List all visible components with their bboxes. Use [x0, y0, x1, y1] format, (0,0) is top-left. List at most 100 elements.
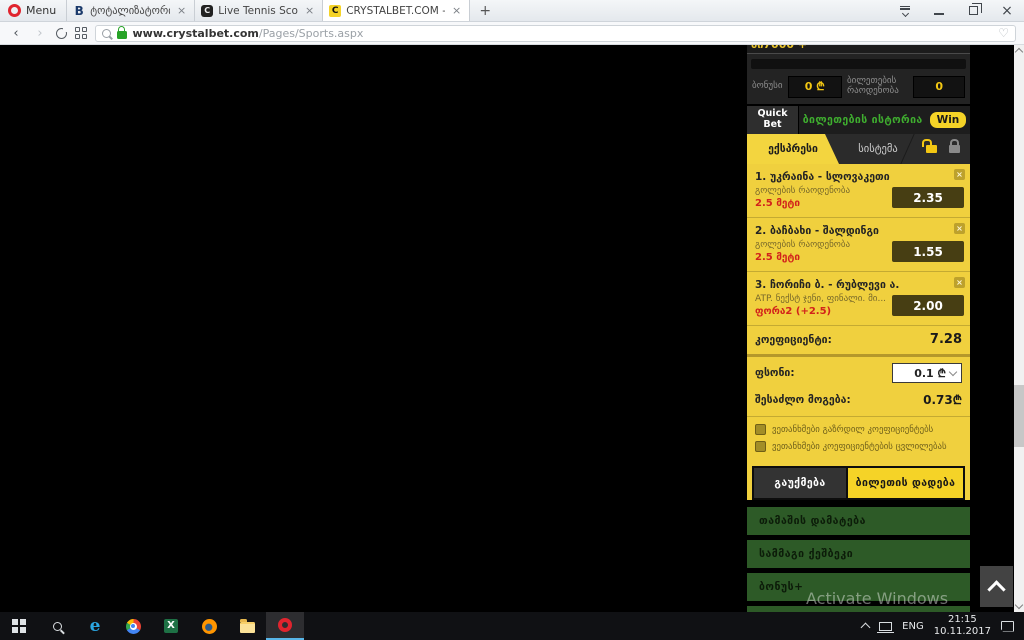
tab-title: ტოტალიზატორი -> თა: [90, 4, 170, 17]
coefficient-label: კოეფიციენტი:: [755, 333, 832, 346]
start-button[interactable]: [0, 612, 38, 640]
cancel-button[interactable]: გაუქმება: [754, 468, 846, 498]
tab-menu-button[interactable]: [888, 0, 922, 22]
taskbar-firefox[interactable]: [190, 612, 228, 640]
date: 10.11.2017: [933, 626, 991, 637]
windows-logo-icon: [12, 619, 26, 633]
tab-close-icon[interactable]: ×: [303, 4, 316, 17]
lock-icon[interactable]: [949, 139, 960, 153]
new-tab-button[interactable]: +: [470, 0, 500, 21]
triple-cashback-button[interactable]: სამმაგი ქეშბეკი: [747, 540, 970, 568]
chevron-down-icon[interactable]: [948, 367, 958, 376]
agreements-area: ვეთანხმები გაზრდილ კოეფიციენტებს ვეთანხმ…: [747, 416, 970, 464]
checkbox-increased-odds[interactable]: [755, 424, 766, 435]
clock[interactable]: 21:15 10.11.2017: [934, 614, 991, 639]
ticket-history-label: ბილეთების ისტორია: [802, 114, 923, 126]
opera-window: Menu B ტოტალიზატორი -> თა × C Live Tenni…: [0, 0, 1024, 640]
opera-logo-icon: [8, 4, 21, 17]
tab-system[interactable]: სისტემა: [839, 134, 917, 164]
ticket-history-button[interactable]: ბილეთების ისტორია Win: [799, 106, 970, 134]
betslip-panel: ბი7000 + ბონუსი 0 ₾ ბილეთების რაოდენობა …: [747, 45, 970, 612]
remove-bet-icon[interactable]: ×: [954, 277, 965, 288]
checkbox-label: ვეთანხმები გაზრდილ კოეფიციენტებს: [772, 424, 934, 435]
bet-item-1: 1. უკრაინა - სლოვაკეთი გოლების რაოდენობა…: [747, 164, 970, 218]
bookmark-heart-icon[interactable]: ♡: [998, 26, 1009, 40]
search-icon: [101, 28, 111, 38]
address-bar[interactable]: www.crystalbet.com/Pages/Sports.aspx ♡: [94, 24, 1016, 42]
coefficient-row: კოეფიციენტი: 7.28: [747, 326, 970, 354]
stake-label: ფსონი:: [755, 367, 795, 379]
stake-value: 0.1 ₾: [914, 366, 946, 380]
speed-dial-icon[interactable]: [75, 27, 87, 39]
network-icon[interactable]: [877, 621, 895, 633]
place-bet-button[interactable]: ბილეთის დადება: [846, 468, 963, 498]
url-path: /Pages/Sports.aspx: [258, 26, 364, 40]
tab-totalizator[interactable]: B ტოტალიზატორი -> თა ×: [66, 0, 194, 21]
scroll-to-top-button[interactable]: [980, 566, 1013, 607]
minimize-button[interactable]: [922, 0, 956, 22]
language-indicator[interactable]: ENG: [902, 621, 924, 632]
bet-odds: 2.00: [892, 295, 964, 316]
url-text: www.crystalbet.com/Pages/Sports.aspx: [133, 27, 364, 40]
close-icon: ×: [1001, 2, 1013, 19]
bet-match: 3. ჩორიჩი ბ. - რუბლევი ა.: [755, 279, 900, 291]
remove-bet-icon[interactable]: ×: [954, 169, 965, 180]
scrollbar-down-icon[interactable]: [1014, 600, 1024, 610]
crystalbet-favicon: C: [329, 4, 342, 17]
browser-tab-strip: Menu B ტოტალიზატორი -> თა × C Live Tenni…: [0, 0, 1024, 22]
secure-lock-icon[interactable]: [116, 25, 127, 39]
browser-toolbar: ‹ › www.crystalbet.com/Pages/Sports.aspx…: [0, 22, 1024, 45]
back-button[interactable]: ‹: [8, 26, 24, 41]
bet-item-2: 2. ბაჩბახი - შალდინგი გოლების რაოდენობა …: [747, 218, 970, 272]
minimize-icon: [934, 13, 944, 15]
tickets-count: 0: [913, 75, 965, 98]
tab-title: Live Tennis Scores - ATP Fi: [218, 4, 298, 17]
agree-increased-row: ვეთანხმები გაზრდილ კოეფიციენტებს: [755, 424, 962, 435]
checkbox-label: ვეთანხმები კოეფიციენტების ცვლილებას: [772, 441, 947, 452]
bet-match: 2. ბაჩბახი - შალდინგი: [755, 225, 879, 237]
possible-win-label: შესაძლო მოგება:: [755, 393, 851, 406]
win-button[interactable]: Win: [929, 112, 967, 128]
tab-express[interactable]: ექსპრესი: [747, 134, 839, 164]
bonus-plus-button[interactable]: ბონუს+: [747, 573, 970, 601]
action-center-icon[interactable]: [1001, 620, 1014, 632]
scrollbar-up-icon[interactable]: [1014, 47, 1024, 57]
betslip-actions: გაუქმება ბილეთის დადება: [752, 466, 965, 500]
quick-bet-button[interactable]: Quick Bet: [747, 106, 799, 134]
taskbar-edge[interactable]: e: [76, 612, 114, 640]
restore-button[interactable]: [956, 0, 990, 22]
scrollbar-thumb[interactable]: [1014, 385, 1024, 447]
add-game-button[interactable]: თამაშის დამატება: [747, 507, 970, 535]
windows-taskbar: e X ENG 21:15 10.11.2017: [0, 612, 1024, 640]
agree-changes-row: ვეთანხმები კოეფიციენტების ცვლილებას: [755, 441, 962, 452]
taskbar-search[interactable]: [38, 612, 76, 640]
stake-input[interactable]: 0.1 ₾: [892, 363, 962, 383]
remove-bet-icon[interactable]: ×: [954, 223, 965, 234]
checkbox-odds-changes[interactable]: [755, 441, 766, 452]
clipped-top-text: ბი7000 +: [747, 45, 970, 53]
taskbar-explorer[interactable]: [228, 612, 266, 640]
bet-item-3: 3. ჩორიჩი ბ. - რუბლევი ა. ATP. ნექსტ ჯენ…: [747, 272, 970, 326]
bonus-row: ბონუსი 0 ₾ ბილეთების რაოდენობა 0: [747, 73, 970, 104]
menu-label: Menu: [26, 4, 57, 17]
taskbar-opera-active[interactable]: [266, 612, 304, 640]
tab-crystalbet-active[interactable]: C CRYSTALBET.COM - ონლ ×: [322, 0, 471, 21]
balance-bar: [751, 59, 966, 69]
hidden-icons-chevron[interactable]: [860, 622, 871, 633]
restore-icon: [968, 3, 982, 15]
opera-icon: [278, 618, 292, 632]
forward-button[interactable]: ›: [32, 26, 48, 41]
tab-close-icon[interactable]: ×: [175, 4, 188, 17]
opera-menu-button[interactable]: Menu: [0, 0, 66, 21]
live-tennis-favicon: C: [201, 4, 214, 17]
bonus-label: ბონუსი: [752, 80, 783, 91]
vertical-scrollbar[interactable]: [1014, 45, 1024, 612]
tab-live-tennis[interactable]: C Live Tennis Scores - ATP Fi ×: [194, 0, 322, 21]
taskbar-excel[interactable]: X: [152, 612, 190, 640]
tab-close-icon[interactable]: ×: [450, 4, 463, 17]
close-button[interactable]: ×: [990, 0, 1024, 22]
taskbar-chrome[interactable]: [114, 612, 152, 640]
betslip-body: 1. უკრაინა - სლოვაკეთი გოლების რაოდენობა…: [747, 164, 970, 500]
reload-icon[interactable]: [56, 26, 68, 39]
unlock-icon[interactable]: [922, 139, 937, 153]
